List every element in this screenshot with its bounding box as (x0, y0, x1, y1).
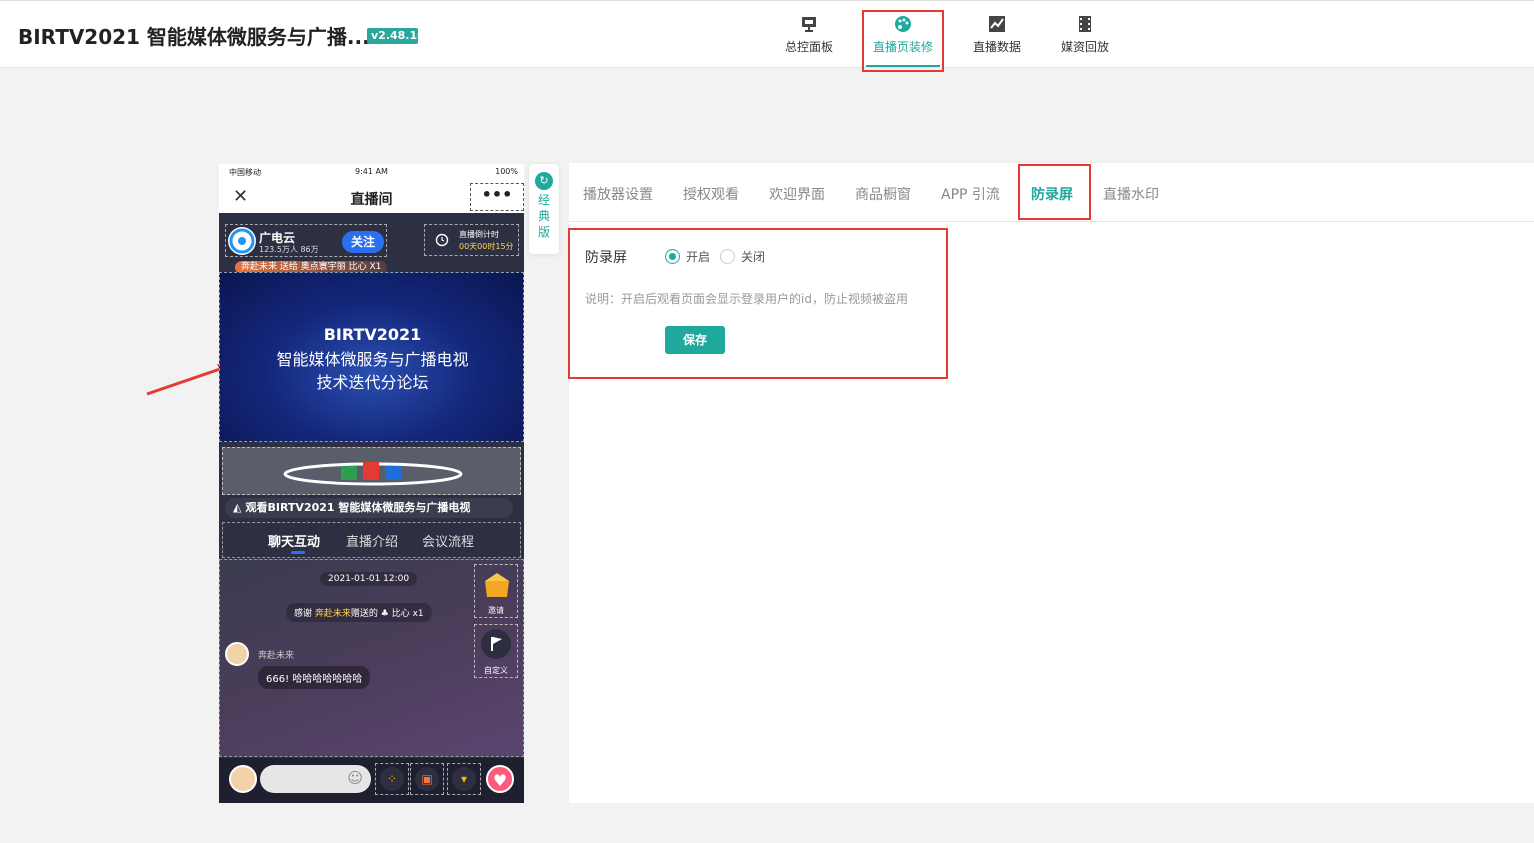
chart-icon (989, 16, 1005, 32)
countdown-label: 直播倒计时 (459, 230, 499, 239)
nav-live-data[interactable]: 直播数据 (971, 15, 1023, 65)
follow-button[interactable]: 关注 (342, 231, 384, 253)
scrolling-notice: ◭ 观看BIRTV2021 智能媒体微服务与广播电视 (225, 498, 513, 518)
cart-icon: ▾ (452, 767, 476, 791)
chat-message: 666! 哈哈哈哈哈哈哈 (258, 666, 371, 689)
tab-showcase[interactable]: 商品橱窗 (855, 184, 911, 204)
classic-version-label: 经典版 (537, 193, 550, 239)
top-header: BIRTV2021 智能媒体微服务与广播... v2.48.10 总控面板 直播… (0, 0, 1534, 68)
thanks-prefix: 感谢 (294, 609, 313, 619)
nav-active-indicator (866, 65, 940, 67)
emoji-icon[interactable]: ☺ (347, 769, 363, 787)
palette-icon (895, 16, 911, 32)
phone-titlebar: ✕ 直播间 ••• (219, 181, 524, 213)
custom-label: 自定义 (484, 666, 508, 675)
cart-button[interactable]: ▾ (447, 763, 481, 795)
nav-label: 总控面板 (784, 40, 833, 54)
tab-active-indicator (291, 551, 305, 554)
thanks-user: 奔赴未来 (314, 609, 351, 619)
chat-gift-thanks: 感谢 奔赴未来赠送的 ♣ 比心 x1 (286, 603, 432, 622)
tab-app-guide[interactable]: APP 引流 (941, 184, 1000, 204)
nav-media-playback[interactable]: 媒资回放 (1059, 15, 1111, 65)
anti-recording-label: 防录屏 (585, 250, 627, 266)
carrier-text: 中国移动 (229, 168, 261, 177)
chat-area: 2021-01-01 12:00 感谢 奔赴未来赠送的 ♣ 比心 x1 奔赴未来… (219, 559, 524, 757)
phone-tabs: 聊天互动 直播介绍 会议流程 (222, 522, 521, 558)
nav-label: 直播页装修 (872, 40, 933, 54)
more-button[interactable]: ••• (470, 183, 524, 211)
chat-username: 奔赴未来 (258, 651, 295, 661)
tab-player-settings[interactable]: 播放器设置 (583, 184, 653, 204)
monitor-icon (802, 17, 816, 32)
phone-preview: 中国移动 9:41 AM 100% ✕ 直播间 ••• 广电云 123.5万人 … (219, 164, 524, 803)
avatar (229, 765, 257, 793)
save-button[interactable]: 保存 (665, 326, 725, 354)
flag-icon (481, 629, 511, 659)
scrolling-notice-text: 观看BIRTV2021 智能媒体微服务与广播电视 (245, 501, 471, 514)
nav-page-decoration[interactable]: 直播页装修 (871, 15, 935, 65)
radio-unchecked-icon (720, 249, 735, 264)
banner-line-2: 智能媒体微服务与广播电视 (276, 350, 469, 369)
anchor-info[interactable]: 广电云 123.5万人 86万 关注 (225, 224, 387, 257)
heart-icon[interactable]: ♥ (486, 765, 514, 793)
gift-box-icon: ▣ (415, 767, 439, 791)
nav-label: 直播数据 (972, 40, 1021, 54)
radio-on-label: 开启 (686, 250, 711, 264)
battery-text: 100% (495, 167, 518, 176)
app-title: BIRTV2021 智能媒体微服务与广播... (18, 25, 370, 49)
banner-line-1: BIRTV2021 (323, 325, 422, 344)
settings-tabs: 播放器设置 授权观看 欢迎界面 商品橱窗 APP 引流 防录屏 直播水印 (569, 163, 1534, 222)
anchor-logo-icon (228, 227, 256, 255)
gift-button[interactable]: ▣ (410, 763, 444, 795)
chat-input[interactable]: ☺ (260, 765, 371, 793)
custom-widget[interactable]: 自定义 (474, 624, 518, 678)
anchor-stats: 123.5万人 86万 (259, 245, 319, 254)
tab-welcome[interactable]: 欢迎界面 (769, 184, 825, 204)
phone-bottom-bar: ☺ ⁘ ▣ ▾ ♥ (219, 758, 524, 803)
radio-checked-icon (665, 249, 680, 264)
thanks-suffix: 赠送的 (350, 609, 378, 619)
tab-anti-recording[interactable]: 防录屏 (1031, 184, 1073, 204)
notice-megaphone-icon: ◭ (233, 501, 242, 514)
settings-panel: 播放器设置 授权观看 欢迎界面 商品橱窗 APP 引流 防录屏 直播水印 防录屏… (569, 163, 1534, 803)
phone-status-bar: 中国移动 9:41 AM 100% (219, 164, 524, 181)
apps-button[interactable]: ⁘ (375, 763, 409, 795)
live-countdown: 直播倒计时 00天00时15分 (424, 224, 519, 256)
film-icon (1079, 16, 1091, 32)
chat-timestamp: 2021-01-01 12:00 (320, 572, 418, 586)
countdown-value: 00天00时15分 (459, 242, 514, 251)
sponsor-logo-strip[interactable] (222, 447, 521, 495)
version-badge: v2.48.10 (367, 28, 418, 44)
sponsor-logo (283, 462, 463, 486)
classic-version-tab[interactable]: ↻ 经典版 (529, 164, 559, 254)
gift-icon: ♣ (380, 609, 389, 619)
tab-chat[interactable]: 聊天互动 (268, 531, 320, 550)
invite-widget[interactable]: 邀请 (474, 564, 518, 618)
avatar (225, 642, 249, 666)
apps-icon: ⁘ (380, 767, 404, 791)
radio-off-label: 关闭 (741, 250, 766, 264)
clock-text: 9:41 AM (355, 167, 388, 176)
tab-auth-view[interactable]: 授权观看 (683, 184, 739, 204)
live-banner[interactable]: BIRTV2021 智能媒体微服务与广播电视 技术迭代分论坛 (219, 272, 524, 442)
nav-label: 媒资回放 (1060, 40, 1109, 54)
nav-control-panel[interactable]: 总控面板 (783, 15, 835, 65)
refresh-icon: ↻ (535, 172, 553, 190)
anti-recording-hint: 说明：开启后观看页面会显示登录用户的id，防止视频被盗用 (585, 292, 908, 306)
invite-box-icon (485, 573, 509, 597)
alarm-clock-icon (435, 233, 449, 247)
invite-label: 邀请 (488, 606, 504, 615)
tab-watermark[interactable]: 直播水印 (1103, 184, 1159, 204)
tab-agenda[interactable]: 会议流程 (422, 531, 474, 550)
thanks-gift: 比心 x1 (391, 609, 424, 619)
banner-line-3: 技术迭代分论坛 (316, 373, 429, 392)
tab-intro[interactable]: 直播介绍 (346, 531, 398, 550)
